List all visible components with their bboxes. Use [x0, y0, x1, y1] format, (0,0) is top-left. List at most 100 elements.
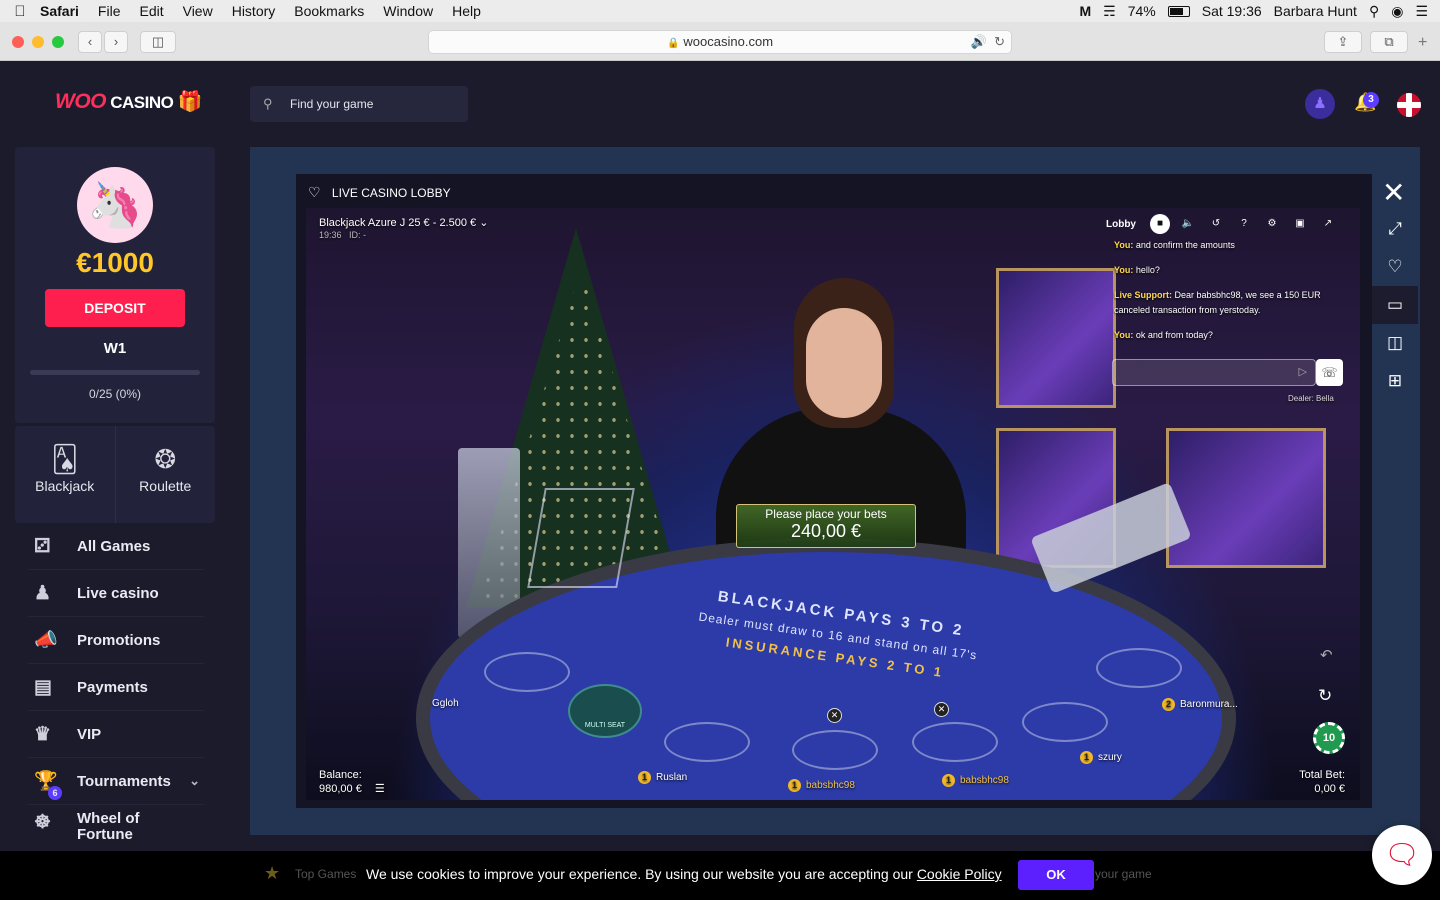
- search-input[interactable]: ⚲ Find your game: [250, 86, 468, 122]
- live-chat-icon[interactable]: 🗨: [1372, 825, 1432, 885]
- menu-app-name[interactable]: Safari: [40, 3, 79, 19]
- nav-tournaments[interactable]: 🏆 6 Tournaments ⌄: [28, 758, 204, 805]
- chevron-down-icon[interactable]: ⌄: [189, 773, 200, 789]
- malwarebytes-icon[interactable]: M: [1079, 3, 1091, 19]
- chat-input[interactable]: ▷: [1112, 359, 1316, 386]
- menu-window[interactable]: Window: [383, 3, 433, 19]
- audio-playing-icon[interactable]: 🔊: [971, 31, 987, 53]
- bet-spot[interactable]: [1022, 702, 1108, 742]
- menu-help[interactable]: Help: [452, 3, 481, 19]
- chip-selector[interactable]: 10: [1313, 722, 1345, 754]
- nav-vip[interactable]: ♛ VIP: [28, 711, 204, 758]
- reload-icon[interactable]: ↻: [994, 31, 1005, 53]
- search-icon: ⚲: [263, 96, 273, 111]
- chat-toggle-icon[interactable]: ■: [1150, 214, 1170, 234]
- popout-icon[interactable]: ↗: [1318, 214, 1338, 234]
- menu-history[interactable]: History: [232, 3, 276, 19]
- menu-file[interactable]: File: [98, 3, 121, 19]
- wifi-icon[interactable]: ☴: [1103, 3, 1116, 20]
- bet-amount: 240,00 €: [790, 521, 862, 541]
- battery-icon[interactable]: [1167, 5, 1190, 17]
- rebet-icon[interactable]: ↻: [1318, 686, 1332, 706]
- clock[interactable]: Sat 19:36: [1202, 3, 1262, 19]
- table-title[interactable]: Blackjack Azure J 25 € - 2.500 € ⌄: [319, 216, 488, 229]
- player-name: Ggloh: [432, 698, 459, 709]
- siri-icon[interactable]: ◉: [1391, 3, 1403, 20]
- nav-live-casino[interactable]: ♟ Live casino: [28, 570, 204, 617]
- camera-icon[interactable]: ▣: [1290, 214, 1310, 234]
- support-headset-icon[interactable]: ☏: [1316, 359, 1343, 386]
- nav-promotions[interactable]: 📣 Promotions: [28, 617, 204, 664]
- avatar[interactable]: 🦄: [77, 167, 153, 243]
- chevron-down-icon[interactable]: ⌄: [479, 217, 488, 229]
- single-view-icon[interactable]: ▭: [1372, 286, 1418, 324]
- bet-spot[interactable]: [484, 652, 570, 692]
- bet-spot[interactable]: [664, 722, 750, 762]
- balance-display: Balance: 980,00 € ☰: [319, 768, 385, 796]
- nav-wheel-of-fortune[interactable]: ☸ Wheel of Fortune: [28, 805, 204, 852]
- site-logo[interactable]: WOO CASINO 🎁: [55, 89, 203, 114]
- bet-prompt: Please place your bets: [765, 507, 887, 521]
- cookie-policy-link[interactable]: Cookie Policy: [917, 866, 1002, 882]
- grid-view-icon[interactable]: ⊞: [1372, 362, 1418, 400]
- gift-icon: 🎁: [177, 91, 203, 113]
- menu-bookmarks[interactable]: Bookmarks: [294, 3, 364, 19]
- user-name[interactable]: Barbara Hunt: [1274, 3, 1357, 19]
- close-game-icon[interactable]: ✕: [1382, 176, 1405, 209]
- close-window-button[interactable]: [12, 36, 24, 48]
- sound-icon[interactable]: 🔈: [1178, 214, 1198, 234]
- search-placeholder: Find your game: [290, 97, 374, 111]
- lobby-button[interactable]: Lobby: [1106, 219, 1136, 230]
- menubar-status-area: M ☴ 74% Sat 19:36 Barbara Hunt ⚲ ◉ ☰: [1079, 0, 1428, 22]
- favorite-icon[interactable]: ♡: [1372, 248, 1418, 286]
- spotlight-icon[interactable]: ⚲: [1369, 3, 1379, 20]
- wallet-icon: ▤: [34, 676, 52, 698]
- nav-all-games[interactable]: ⚂ All Games: [28, 523, 204, 570]
- menu-edit[interactable]: Edit: [139, 3, 163, 19]
- minimize-window-button[interactable]: [32, 36, 44, 48]
- bet-spot[interactable]: [912, 722, 998, 762]
- live-video-stream[interactable]: BLACKJACK PAYS 3 TO 2 Dealer must draw t…: [306, 208, 1360, 800]
- star-icon: ★: [264, 863, 281, 883]
- zoom-window-button[interactable]: [52, 36, 64, 48]
- deposit-button[interactable]: DEPOSIT: [45, 289, 185, 327]
- notification-center-icon[interactable]: ☰: [1415, 3, 1428, 20]
- quick-link-roulette[interactable]: ❂ Roulette: [114, 426, 216, 523]
- split-view-icon[interactable]: ◫: [1372, 324, 1418, 362]
- new-tab-icon[interactable]: +: [1418, 34, 1427, 52]
- quick-links: 🂡 Blackjack ❂ Roulette: [15, 426, 215, 523]
- quick-link-label: Roulette: [139, 478, 192, 494]
- top-games-label: Top Games: [295, 867, 357, 881]
- quick-link-label: Blackjack: [35, 478, 95, 494]
- fullscreen-icon[interactable]: ⤢: [1372, 210, 1418, 248]
- bet-spot[interactable]: [792, 730, 878, 770]
- battery-percent[interactable]: 74%: [1128, 3, 1156, 19]
- settings-icon[interactable]: ⚙: [1262, 214, 1282, 234]
- uk-flag-icon[interactable]: [1397, 93, 1421, 117]
- remove-seat-icon[interactable]: ✕: [934, 702, 949, 717]
- nav-label: All Games: [77, 537, 151, 555]
- user-profile-icon[interactable]: ♟: [1305, 89, 1335, 119]
- nav-label: Tournaments: [77, 772, 171, 790]
- bet-spot[interactable]: [1096, 648, 1182, 688]
- forward-button[interactable]: ›: [104, 31, 128, 53]
- share-icon[interactable]: ⇪: [1324, 31, 1362, 53]
- send-icon[interactable]: ▷: [1299, 365, 1307, 378]
- menu-view[interactable]: View: [183, 3, 213, 19]
- cookie-ok-button[interactable]: OK: [1018, 860, 1094, 890]
- remove-seat-icon[interactable]: ✕: [827, 708, 842, 723]
- quick-link-blackjack[interactable]: 🂡 Blackjack: [15, 426, 115, 523]
- apple-icon[interactable]: : [0, 3, 40, 20]
- history-icon[interactable]: ↺: [1206, 214, 1226, 234]
- back-button[interactable]: ‹: [78, 31, 102, 53]
- sidebar-toggle-icon[interactable]: ◫: [140, 31, 176, 53]
- tabs-overview-icon[interactable]: ⧉: [1370, 31, 1408, 53]
- discard-holder: [527, 488, 635, 588]
- address-bar[interactable]: 🔒 woocasino.com 🔊 ↻: [428, 30, 1012, 54]
- undo-icon[interactable]: ↶: [1320, 646, 1333, 664]
- nav-payments[interactable]: ▤ Payments: [28, 664, 204, 711]
- player-name: Baronmura...: [1180, 699, 1238, 710]
- multi-seat-button[interactable]: MULTI SEAT: [568, 684, 642, 738]
- help-icon[interactable]: ?: [1234, 214, 1254, 234]
- heart-icon[interactable]: ♡: [308, 184, 321, 200]
